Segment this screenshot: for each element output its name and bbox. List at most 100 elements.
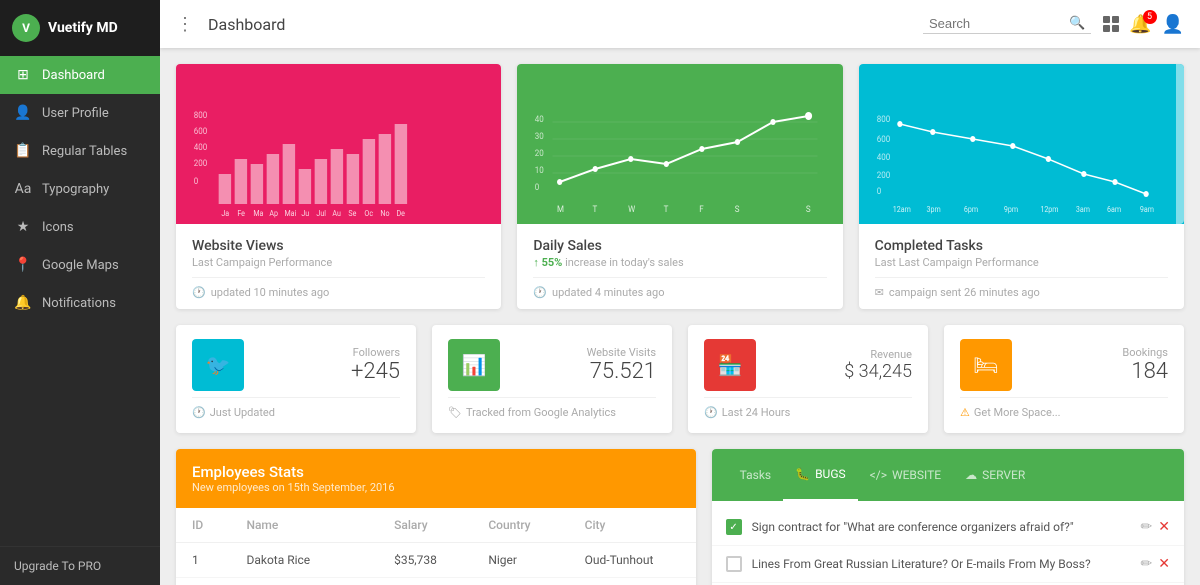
svg-text:800: 800 xyxy=(876,115,890,126)
bell-icon: 🔔 xyxy=(14,295,32,311)
clock-icon: 🕐 xyxy=(533,286,547,299)
svg-text:S: S xyxy=(735,205,740,216)
task-checkbox[interactable]: ✓ xyxy=(726,519,742,535)
sidebar-item-google-maps[interactable]: 📍 Google Maps xyxy=(0,246,160,284)
stat-right: Revenue $ 34,245 xyxy=(844,348,912,382)
search-input[interactable] xyxy=(929,16,1069,31)
tab-server[interactable]: ☁ SERVER xyxy=(953,449,1037,501)
scrollbar[interactable] xyxy=(1176,64,1184,224)
twitter-icon-box: 🐦 xyxy=(192,339,244,391)
upgrade-button[interactable]: Upgrade To PRO xyxy=(0,546,160,585)
search-icon[interactable]: 🔍 xyxy=(1069,16,1085,31)
revenue-stat-card: 🏪 Revenue $ 34,245 🕐 Last 24 Hours xyxy=(688,325,928,433)
stat-card-top: 🐦 Followers +245 xyxy=(192,339,400,391)
page-title: Dashboard xyxy=(208,15,923,34)
svg-text:400: 400 xyxy=(876,153,890,164)
task-edit-button[interactable]: ✏ xyxy=(1141,519,1153,535)
sidebar-item-regular-tables[interactable]: 📋 Regular Tables xyxy=(0,132,160,170)
col-name: Name xyxy=(230,508,378,543)
bugs-label: BUGS xyxy=(815,467,846,481)
svg-text:Jul: Jul xyxy=(316,209,326,219)
sidebar-item-label: Icons xyxy=(42,220,74,235)
bookings-stat-card: 🛏 Bookings 184 ⚠ Get More Space... xyxy=(944,325,1184,433)
stat-card-top: 🏪 Revenue $ 34,245 xyxy=(704,339,912,391)
svg-text:0: 0 xyxy=(194,177,199,188)
task-actions: ✏ ✕ xyxy=(1141,556,1170,572)
server-label: SERVER xyxy=(982,468,1025,482)
sidebar-item-user-profile[interactable]: 👤 User Profile xyxy=(0,94,160,132)
icons-icon: ★ xyxy=(14,219,32,235)
cell-city: Oud-Tunhout xyxy=(569,543,696,578)
svg-text:T: T xyxy=(593,205,598,216)
completed-tasks-chart: 800 600 400 200 0 xyxy=(859,64,1184,224)
grid-view-button[interactable] xyxy=(1103,16,1119,32)
bed-icon: 🛏 xyxy=(973,353,998,377)
svg-text:9pm: 9pm xyxy=(1004,205,1019,215)
stat-card-top: 📊 Website Visits 75.521 xyxy=(448,339,656,391)
task-delete-button[interactable]: ✕ xyxy=(1158,519,1170,535)
sidebar-item-icons[interactable]: ★ Icons xyxy=(0,208,160,246)
svg-text:Ap: Ap xyxy=(269,209,278,219)
chart-footer: ✉ campaign sent 26 minutes ago xyxy=(875,277,1168,299)
completed-tasks-body: Completed Tasks Last Last Campaign Perfo… xyxy=(859,224,1184,309)
stat-label: Followers xyxy=(351,346,400,359)
stat-value: +245 xyxy=(351,359,400,384)
search-box: 🔍 xyxy=(923,14,1091,34)
stat-value: 184 xyxy=(1122,359,1168,384)
daily-sales-card: 40 30 20 10 0 xyxy=(517,64,842,309)
notifications-button[interactable]: 🔔 5 xyxy=(1129,14,1151,35)
chart-footer: 🕐 updated 4 minutes ago xyxy=(533,277,826,299)
stat-label: Website Visits xyxy=(587,346,656,359)
tasks-body: ✓ Sign contract for "What are conference… xyxy=(712,501,1184,585)
svg-text:40: 40 xyxy=(535,115,544,126)
svg-text:M: M xyxy=(557,205,564,216)
logo-icon: V xyxy=(12,14,40,42)
chart-subtitle: Last Last Campaign Performance xyxy=(875,256,1168,269)
cell-city: Sinaai-Waas xyxy=(569,578,696,585)
svg-text:200: 200 xyxy=(876,171,890,182)
tasks-card: Tasks 🐛 BUGS </> WEBSITE ☁ SERVER xyxy=(712,449,1184,585)
menu-icon[interactable]: ⋮ xyxy=(176,14,194,35)
completed-tasks-card: 800 600 400 200 0 xyxy=(859,64,1184,309)
stat-right: Bookings 184 xyxy=(1122,346,1168,384)
task-delete-button[interactable]: ✕ xyxy=(1158,556,1170,572)
completed-tasks-svg: 800 600 400 200 0 xyxy=(875,104,1168,224)
employees-data-table: ID Name Salary Country City 1 Dakota Ric… xyxy=(176,508,696,585)
map-icon: 📍 xyxy=(14,257,32,273)
svg-text:Se: Se xyxy=(348,209,356,219)
stat-label: Revenue xyxy=(844,348,912,361)
task-actions: ✏ ✕ xyxy=(1141,519,1170,535)
table-header: Employees Stats New employees on 15th Se… xyxy=(176,449,696,508)
tasks-header: Tasks 🐛 BUGS </> WEBSITE ☁ SERVER xyxy=(712,449,1184,501)
col-city: City xyxy=(569,508,696,543)
cell-country: Curaçao xyxy=(472,578,568,585)
website-views-body: Website Views Last Campaign Performance … xyxy=(176,224,501,309)
svg-text:600: 600 xyxy=(194,127,208,138)
website-label: WEBSITE xyxy=(892,468,941,482)
svg-text:3am: 3am xyxy=(1076,205,1090,215)
svg-text:0: 0 xyxy=(876,187,881,198)
sidebar-item-label: Regular Tables xyxy=(42,144,127,159)
tab-bugs[interactable]: 🐛 BUGS xyxy=(783,449,858,501)
svg-text:600: 600 xyxy=(876,135,890,146)
tab-website[interactable]: </> WEBSITE xyxy=(858,449,953,501)
chart-footer: 🕐 updated 10 minutes ago xyxy=(192,277,485,299)
sidebar-item-dashboard[interactable]: ⊞ Dashboard xyxy=(0,56,160,94)
task-text: Sign contract for "What are conference o… xyxy=(752,520,1131,534)
svg-text:Au: Au xyxy=(332,209,340,219)
task-edit-button[interactable]: ✏ xyxy=(1141,556,1153,572)
chart-subtitle: Last Campaign Performance xyxy=(192,256,485,269)
sidebar-item-label: Dashboard xyxy=(42,68,105,83)
sidebar: V Vuetify MD ⊞ Dashboard 👤 User Profile … xyxy=(0,0,160,585)
svg-text:No: No xyxy=(380,209,389,219)
tab-tasks[interactable]: Tasks xyxy=(728,449,784,501)
stat-right: Followers +245 xyxy=(351,346,400,384)
line-chart-svg: 40 30 20 10 0 xyxy=(533,104,826,224)
task-checkbox[interactable] xyxy=(726,556,742,572)
user-account-button[interactable]: 👤 xyxy=(1162,14,1184,35)
topbar-actions: 🔔 5 👤 xyxy=(1103,14,1184,35)
employees-table-card: Employees Stats New employees on 15th Se… xyxy=(176,449,696,585)
cloud-icon: ☁ xyxy=(965,468,977,482)
sidebar-item-notifications[interactable]: 🔔 Notifications xyxy=(0,284,160,322)
sidebar-item-typography[interactable]: Aa Typography xyxy=(0,170,160,208)
